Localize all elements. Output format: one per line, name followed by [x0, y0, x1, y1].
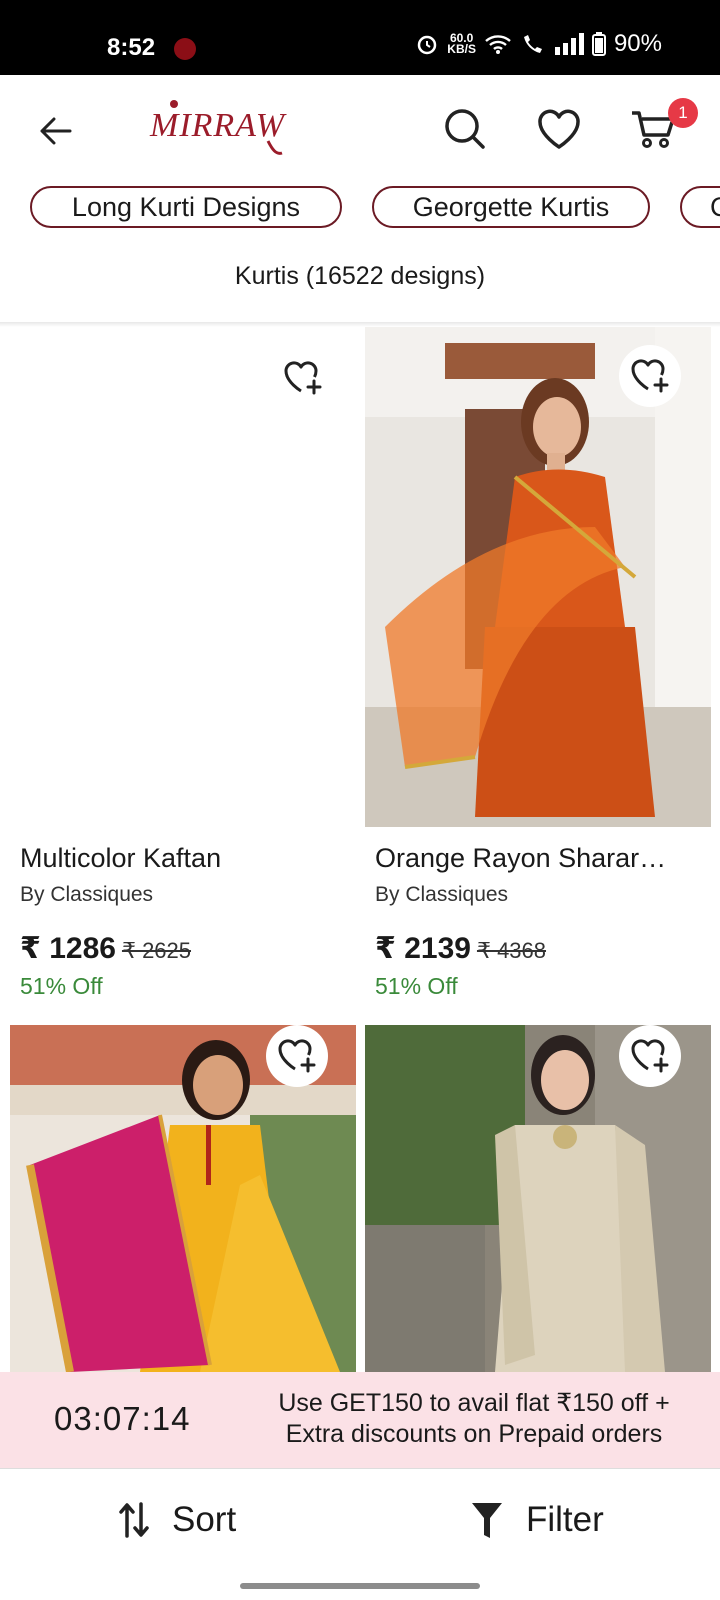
battery-icon: [591, 32, 606, 56]
mrp-value: ₹ 4368: [476, 938, 547, 963]
heart-icon[interactable]: [535, 105, 583, 153]
discount-label: 51% Off: [20, 973, 103, 999]
promo-message: Use GET150 to avail flat ₹150 off + Extr…: [244, 1388, 704, 1450]
wishlist-add-button[interactable]: [266, 1025, 328, 1087]
status-icons: 60.0 KB/S 90%: [415, 30, 662, 58]
promo-line-2: Extra discounts on Prepaid orders: [285, 1420, 663, 1448]
mirraw-logo[interactable]: MIRRAW: [150, 97, 290, 167]
app-header: MIRRAW: [0, 75, 720, 185]
sort-icon: [119, 1502, 149, 1538]
price-value: ₹ 1286: [20, 932, 116, 965]
wishlist-add-icon: [631, 1039, 669, 1073]
product-title[interactable]: Orange Rayon Sharar…: [375, 843, 695, 874]
product-card[interactable]: [10, 1025, 356, 1372]
sort-label: Sort: [172, 1500, 237, 1539]
promo-banner[interactable]: 03:07:14 Use GET150 to avail flat ₹150 o…: [0, 1372, 720, 1468]
wishlist-add-button[interactable]: [619, 1025, 681, 1087]
notification-dot-icon: [174, 38, 196, 60]
discount-label: 51% Off: [375, 973, 458, 999]
logo-swash: [170, 100, 283, 155]
product-image-placeholder[interactable]: [10, 327, 356, 827]
product-price: ₹ 2139 ₹ 4368: [375, 931, 546, 966]
wishlist-add-icon[interactable]: [280, 355, 326, 401]
search-icon[interactable]: [441, 105, 489, 153]
product-price: ₹ 1286 ₹ 2625: [20, 931, 191, 966]
results-title: Kurtis (16522 designs): [234, 262, 486, 290]
sort-filter-bar: Sort Filter: [0, 1468, 720, 1600]
wifi-calling-icon: [523, 35, 542, 53]
sort-button[interactable]: Sort: [118, 1495, 236, 1545]
product-card[interactable]: Multicolor Kaftan By Classiques ₹ 1286 ₹ …: [10, 327, 356, 1007]
chip-long-kurti-designs[interactable]: Long Kurti Designs: [30, 186, 342, 228]
promo-line-1: Use GET150 to avail flat ₹150 off +: [278, 1389, 670, 1417]
wishlist-add-icon: [278, 1039, 316, 1073]
offer-countdown-timer: 03:07:14: [54, 1400, 191, 1437]
wishlist-add-button[interactable]: [619, 345, 681, 407]
wifi-icon: [485, 35, 511, 54]
cart-count-badge: 1: [668, 98, 698, 128]
filter-label: Filter: [526, 1500, 604, 1539]
product-brand: By Classiques: [20, 883, 154, 906]
price-value: ₹ 2139: [375, 932, 471, 965]
alarm-icon: [418, 35, 437, 55]
category-chips: Long Kurti Designs Georgette Kurtis C: [0, 186, 720, 230]
home-indicator[interactable]: [240, 1583, 480, 1589]
wishlist-add-icon: [631, 359, 669, 393]
battery-percent: 90%: [613, 30, 662, 57]
chip-georgette-kurtis[interactable]: Georgette Kurtis: [372, 186, 650, 228]
status-time: 8:52: [107, 34, 156, 61]
mrp-value: ₹ 2625: [121, 938, 192, 963]
back-arrow-icon[interactable]: [36, 111, 76, 151]
status-bar: 8:52 60.0 KB/S 90%: [0, 0, 720, 75]
signal-icon: [554, 33, 584, 55]
product-brand: By Classiques: [375, 883, 509, 906]
network-speed: 60.0 KB/S: [447, 31, 476, 56]
product-title[interactable]: Multicolor Kaftan: [20, 843, 340, 874]
chip-partial[interactable]: C: [680, 186, 720, 228]
filter-icon: [472, 1503, 502, 1538]
product-card[interactable]: [365, 1025, 711, 1372]
filter-button[interactable]: Filter: [470, 1495, 604, 1545]
product-card[interactable]: Orange Rayon Sharar… By Classiques ₹ 213…: [365, 327, 711, 1007]
